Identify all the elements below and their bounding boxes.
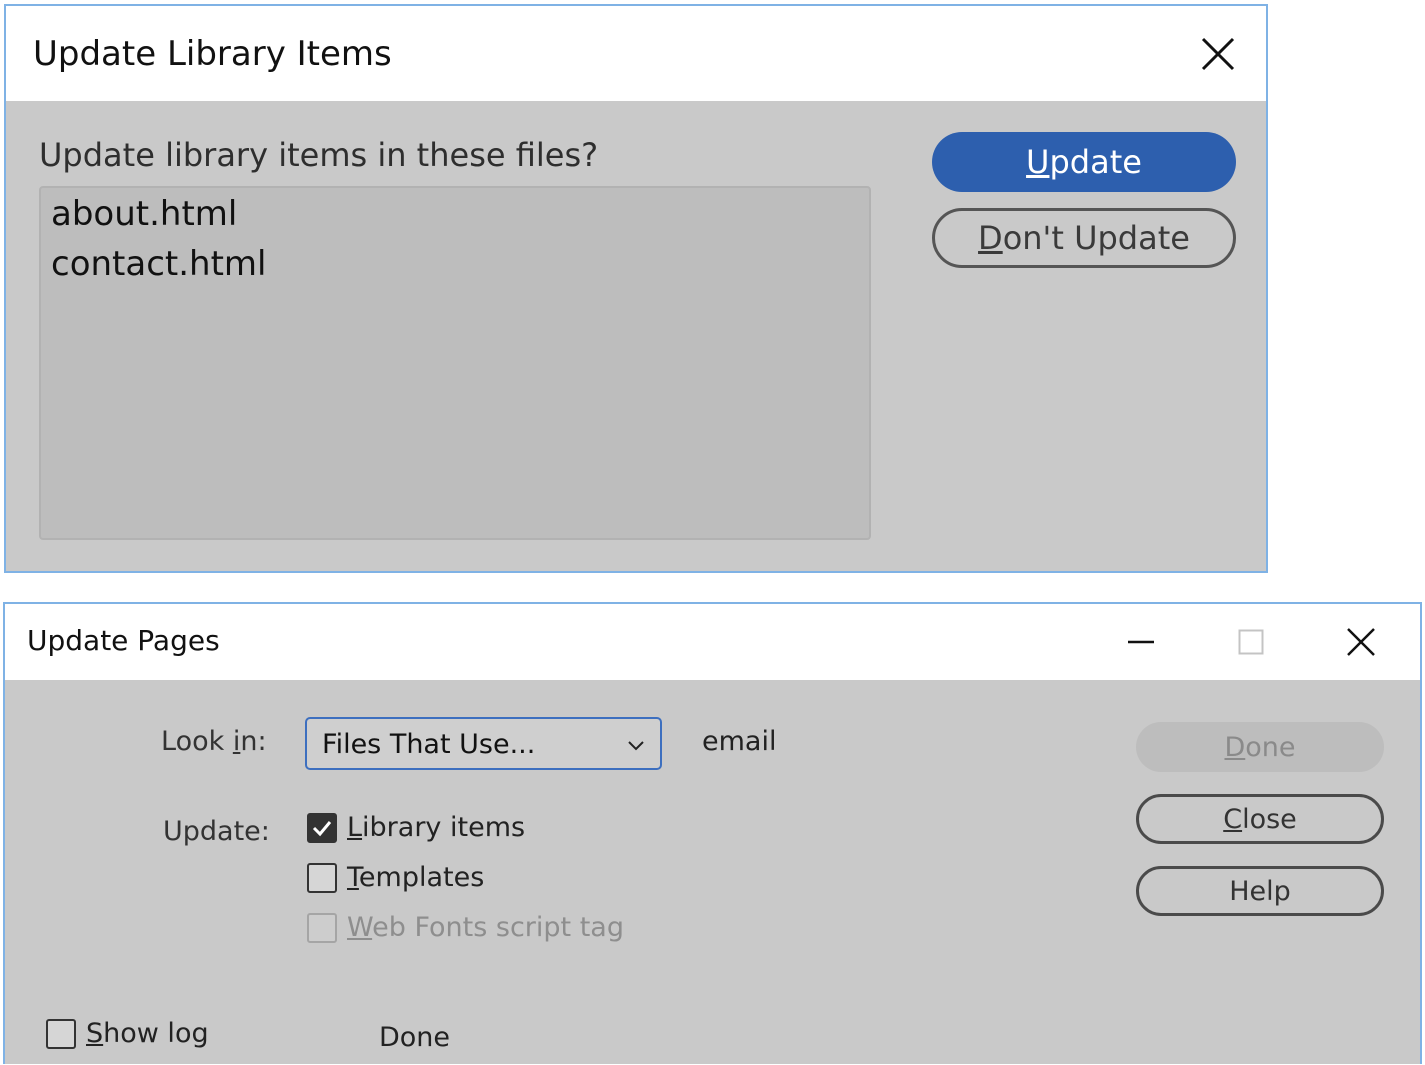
minimize-button[interactable] (1121, 622, 1161, 662)
library-items-mnemonic: L (347, 812, 363, 843)
dont-update-button[interactable]: Don't Update (932, 208, 1236, 268)
title-bar: Update Pages (5, 604, 1420, 680)
show-log-option[interactable]: Show log (46, 1018, 209, 1049)
look-in-dropdown[interactable]: Files That Use... (305, 717, 662, 770)
close-button[interactable] (1341, 622, 1381, 662)
templates-text: emplates (358, 862, 485, 893)
close-button[interactable] (1196, 32, 1240, 76)
templates-mnemonic: T (347, 862, 359, 893)
look-in-label: Look in: (161, 726, 267, 757)
look-in-value-text: email (702, 726, 777, 757)
library-items-option[interactable]: Library items (307, 812, 525, 843)
list-item[interactable]: about.html (51, 194, 237, 234)
status-text: Done (379, 1022, 451, 1053)
update-pages-dialog: Update Pages Look in: Files That Use... … (3, 602, 1422, 1064)
dont-update-button-mnemonic: D (978, 219, 1003, 257)
update-button[interactable]: Update (932, 132, 1236, 192)
dialog-title: Update Pages (27, 624, 220, 657)
show-log-label: Show log (86, 1018, 209, 1049)
checkmark-icon (312, 820, 332, 836)
templates-checkbox[interactable] (307, 862, 337, 893)
update-button-label: pdate (1049, 143, 1142, 181)
look-in-selected: Files That Use... (322, 729, 536, 760)
library-items-label: Library items (347, 812, 525, 843)
title-bar: Update Library Items (6, 6, 1266, 101)
library-items-text: ibrary items (362, 812, 526, 843)
dialog-title: Update Library Items (33, 34, 392, 74)
help-button[interactable]: Help (1136, 866, 1384, 916)
update-button-mnemonic: U (1026, 143, 1050, 181)
templates-option[interactable]: Templates (307, 862, 484, 893)
minimize-icon (1128, 640, 1154, 644)
close-button-mnemonic: C (1223, 803, 1243, 835)
web-fonts-script-tag-option: Web Fonts script tag (307, 912, 624, 943)
web-fonts-script-tag-label: Web Fonts script tag (347, 912, 624, 943)
file-list[interactable]: about.html contact.html (39, 186, 871, 540)
update-label: Update: (163, 816, 270, 847)
maximize-button (1231, 622, 1271, 662)
help-button-label: Help (1229, 875, 1291, 907)
look-in-label-start: Look (161, 726, 233, 757)
dont-update-button-label: on't Update (1002, 219, 1190, 257)
show-log-text: how log (103, 1018, 209, 1049)
library-items-checkbox[interactable] (307, 812, 337, 843)
update-library-items-dialog: Update Library Items Update library item… (4, 4, 1268, 573)
done-button-label: one (1245, 731, 1296, 763)
update-prompt: Update library items in these files? (39, 136, 599, 174)
web-fonts-mnemonic: W (347, 912, 373, 943)
look-in-label-end: n: (240, 726, 267, 757)
list-item[interactable]: contact.html (51, 244, 267, 284)
maximize-icon (1238, 629, 1264, 655)
close-dialog-button[interactable]: Close (1136, 794, 1384, 844)
close-icon (1201, 37, 1235, 71)
close-button-label: lose (1242, 803, 1297, 835)
done-button-mnemonic: D (1224, 731, 1246, 763)
web-fonts-text: eb Fonts script tag (372, 912, 624, 943)
templates-label: Templates (347, 862, 484, 893)
show-log-mnemonic: S (86, 1018, 104, 1049)
close-icon (1347, 628, 1375, 656)
show-log-checkbox[interactable] (46, 1018, 76, 1049)
web-fonts-script-tag-checkbox (307, 912, 337, 943)
done-button: Done (1136, 722, 1384, 772)
chevron-down-icon (628, 741, 644, 751)
